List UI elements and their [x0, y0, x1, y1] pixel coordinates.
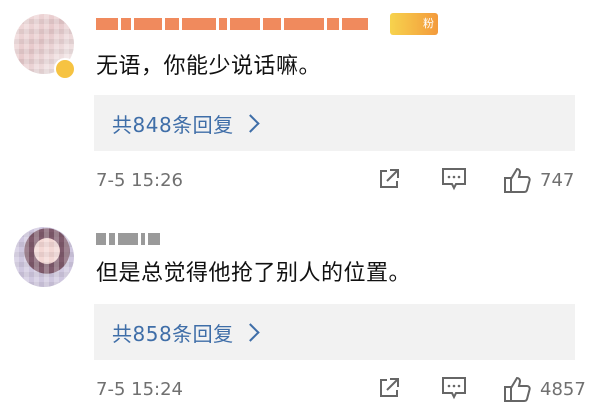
comment-item: 粉 无语，你能少说话嘛。 共848条回复 7-5 15:26 747: [0, 0, 591, 205]
reply-count-label: 共848条回复: [112, 112, 234, 137]
comment-time: 7-5 15:24: [96, 379, 183, 400]
avatar[interactable]: [14, 227, 74, 287]
share-icon: [380, 378, 399, 397]
fan-badge[interactable]: 粉: [390, 13, 438, 35]
comment-time: 7-5 15:26: [96, 170, 183, 191]
reply-button[interactable]: [440, 375, 468, 401]
share-button[interactable]: [376, 166, 402, 192]
like-button[interactable]: 747: [502, 166, 574, 194]
like-count: 4857: [540, 378, 586, 400]
thumbs-up-icon: [504, 167, 531, 193]
chevron-right-icon: [240, 322, 260, 342]
username-blurred[interactable]: [96, 18, 368, 30]
comment-icon: [442, 168, 466, 191]
reply-summary-button[interactable]: 共848条回复: [94, 95, 575, 151]
like-button[interactable]: 4857: [502, 375, 586, 403]
comment-text: 但是总觉得他抢了别人的位置。: [96, 261, 412, 286]
like-count: 747: [540, 169, 575, 191]
comment-item: 但是总觉得他抢了别人的位置。 共858条回复 7-5 15:24 4857: [0, 205, 591, 411]
avatar-blur: [14, 227, 74, 287]
comment-icon: [442, 377, 466, 400]
thumbs-up-icon: [504, 376, 531, 402]
share-button[interactable]: [376, 375, 402, 401]
share-icon: [380, 169, 399, 188]
reply-count-label: 共858条回复: [112, 321, 234, 346]
reply-summary-button[interactable]: 共858条回复: [94, 304, 575, 360]
comment-text: 无语，你能少说话嘛。: [96, 54, 322, 79]
chevron-right-icon: [240, 113, 260, 133]
username-blurred[interactable]: [96, 233, 160, 245]
reply-button[interactable]: [440, 166, 468, 192]
verified-badge-icon: [54, 58, 76, 80]
